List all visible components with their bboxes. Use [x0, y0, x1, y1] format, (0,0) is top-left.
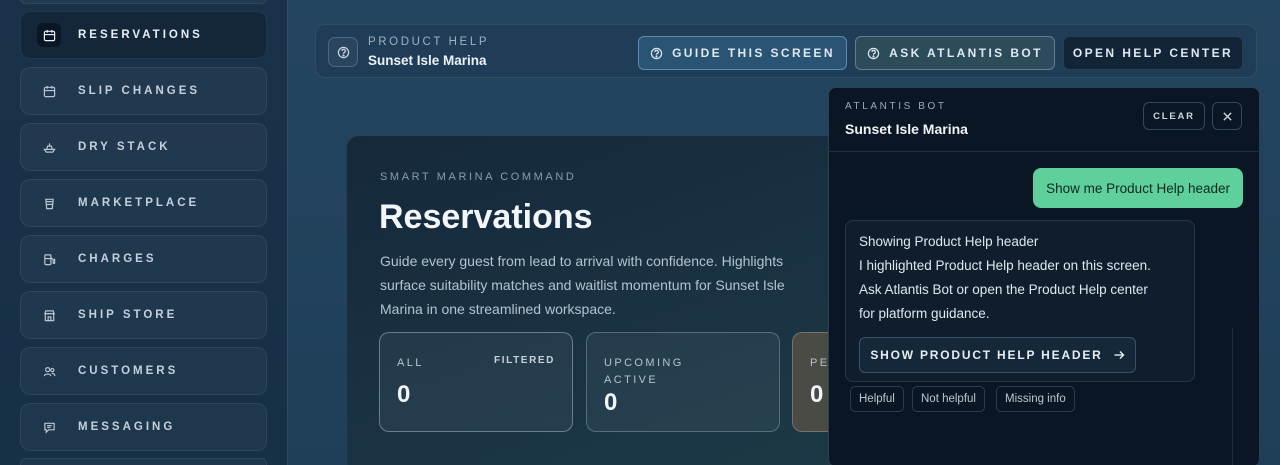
sidebar-item-ship-store[interactable]: SHIP STORE: [20, 291, 267, 339]
clear-button[interactable]: CLEAR: [1143, 102, 1205, 130]
calendar-icon: [37, 23, 61, 47]
sidebar-item-messaging[interactable]: MESSAGING: [20, 403, 267, 451]
product-help-header: PRODUCT HELP Sunset Isle Marina GUIDE TH…: [315, 24, 1257, 78]
stat-label-line: UPCOMING: [604, 357, 684, 369]
atlantis-bot-panel: ATLANTIS BOT Sunset Isle Marina CLEAR Sh…: [828, 87, 1260, 465]
bot-message-line: Showing Product Help header: [859, 234, 1039, 249]
stat-value: 0: [604, 389, 618, 416]
sidebar-item-marketplace[interactable]: MARKETPLACE: [20, 179, 267, 227]
sidebar-item-label: MESSAGING: [78, 421, 176, 433]
hero-eyebrow: SMART MARINA COMMAND: [380, 171, 577, 183]
users-icon: [37, 359, 61, 383]
stat-label-line: ACTIVE: [604, 374, 659, 386]
ask-button-label: ASK ATLANTIS BOT: [889, 46, 1043, 60]
bot-message-line: for platform guidance.: [859, 306, 990, 321]
help-title: Sunset Isle Marina: [368, 53, 487, 68]
scrollbar-track[interactable]: [1232, 328, 1233, 465]
feedback-helpful-button[interactable]: Helpful: [850, 386, 904, 412]
bot-message-line: Ask Atlantis Bot or open the Product Hel…: [859, 282, 1148, 297]
sidebar-item-label: CHARGES: [78, 253, 157, 265]
sidebar: RESERVATIONS SLIP CHANGES DRY STACK MARK…: [0, 0, 287, 465]
sidebar-item-label: CUSTOMERS: [78, 365, 179, 377]
stat-value: 0: [810, 381, 824, 408]
open-help-center-button[interactable]: OPEN HELP CENTER: [1063, 36, 1243, 70]
show-product-help-header-button[interactable]: SHOW PRODUCT HELP HEADER: [859, 337, 1136, 373]
page-title: Reservations: [379, 198, 593, 236]
cup-icon: [37, 191, 61, 215]
calendar-icon: [37, 79, 61, 103]
close-icon: [1222, 111, 1232, 121]
chat-eyebrow: ATLANTIS BOT: [845, 101, 947, 112]
stat-label: PE: [810, 357, 830, 369]
feedback-not-helpful-button[interactable]: Not helpful: [912, 386, 985, 412]
help-circle-icon: [650, 47, 663, 59]
sidebar-item-partial-top[interactable]: [20, 0, 267, 4]
guide-this-screen-button[interactable]: GUIDE THIS SCREEN: [638, 36, 847, 70]
stat-label: ALL: [397, 357, 424, 369]
sidebar-item-partial-bottom[interactable]: [20, 458, 267, 465]
message-icon: [37, 415, 61, 439]
sidebar-item-label: RESERVATIONS: [78, 29, 203, 41]
ask-atlantis-bot-button[interactable]: ASK ATLANTIS BOT: [855, 36, 1055, 70]
help-circle-icon: [328, 37, 358, 67]
sidebar-item-label: SHIP STORE: [78, 309, 178, 321]
stat-card-upcoming-active[interactable]: UPCOMING ACTIVE 0: [586, 332, 780, 432]
hero-description: Guide every guest from lead to arrival w…: [380, 253, 785, 317]
chat-title: Sunset Isle Marina: [845, 121, 968, 137]
stat-label: UPCOMING ACTIVE: [604, 355, 684, 389]
bot-action-label: SHOW PRODUCT HELP HEADER: [870, 348, 1103, 362]
guide-button-label: GUIDE THIS SCREEN: [672, 46, 835, 60]
user-message: Show me Product Help header: [1033, 168, 1243, 208]
sidebar-item-label: DRY STACK: [78, 141, 171, 153]
sidebar-item-reservations[interactable]: RESERVATIONS: [20, 11, 267, 59]
sidebar-item-label: SLIP CHANGES: [78, 85, 201, 97]
sidebar-item-dry-stack[interactable]: DRY STACK: [20, 123, 267, 171]
fuel-icon: [37, 247, 61, 271]
feedback-missing-info-button[interactable]: Missing info: [996, 386, 1075, 412]
stat-card-all[interactable]: ALL FILTERED 0: [379, 332, 573, 432]
sidebar-item-slip-changes[interactable]: SLIP CHANGES: [20, 67, 267, 115]
bot-message: Showing Product Help header I highlighte…: [845, 220, 1195, 382]
bot-message-line: I highlighted Product Help header on thi…: [859, 258, 1151, 273]
open-button-label: OPEN HELP CENTER: [1072, 46, 1234, 60]
store-icon: [37, 303, 61, 327]
stat-value: 0: [397, 381, 411, 408]
sidebar-item-label: MARKETPLACE: [78, 197, 200, 209]
sidebar-item-customers[interactable]: CUSTOMERS: [20, 347, 267, 395]
help-eyebrow: PRODUCT HELP: [368, 36, 490, 48]
help-circle-icon: [867, 47, 880, 59]
hero-card: SMART MARINA COMMAND Reservations Guide …: [346, 135, 906, 465]
chat-header: ATLANTIS BOT Sunset Isle Marina CLEAR: [829, 88, 1259, 152]
close-button[interactable]: [1212, 102, 1242, 130]
arrow-right-icon: [1114, 351, 1125, 359]
stat-filtered-tag: FILTERED: [494, 355, 555, 366]
boat-icon: [37, 135, 61, 159]
sidebar-item-charges[interactable]: CHARGES: [20, 235, 267, 283]
